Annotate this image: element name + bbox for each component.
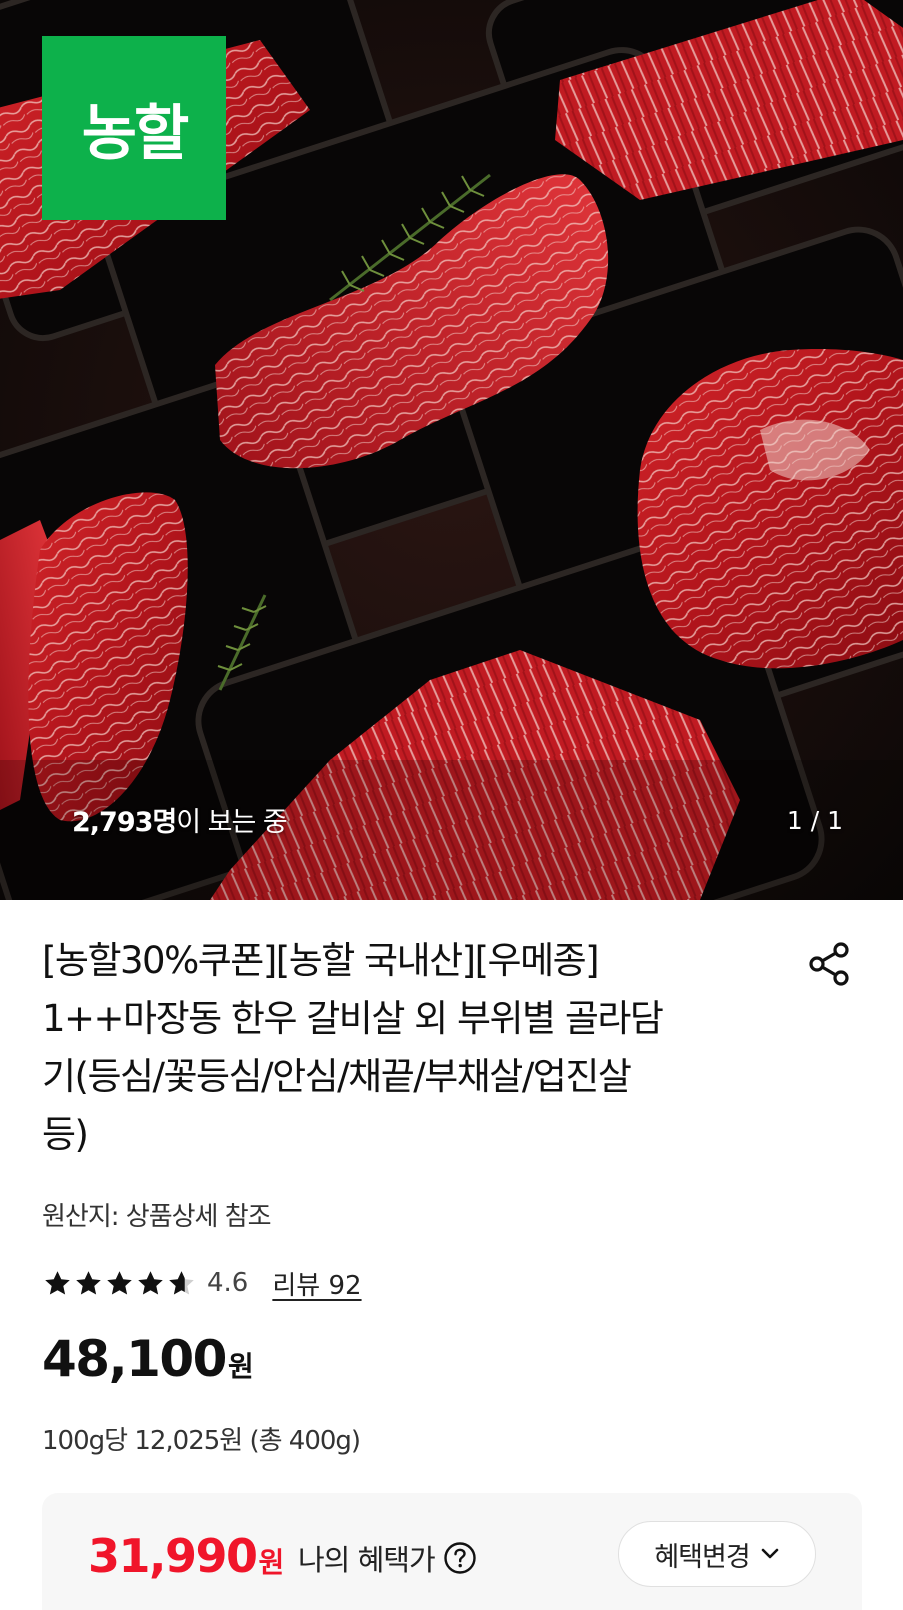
benefit-label-text: 나의 혜택가 <box>298 1543 436 1577</box>
image-pager: 1 / 1 <box>786 806 843 835</box>
title-line: 등) <box>42 1113 89 1156</box>
chevron-down-icon <box>761 1548 778 1559</box>
benefit-label: 나의 혜택가 <box>298 1537 477 1579</box>
rating-row: 4.6 리뷰 92 <box>42 1265 362 1301</box>
price-currency: 원 <box>227 1350 254 1383</box>
unit-price: 100g당 12,025원 (총 400g) <box>42 1426 361 1456</box>
title-line: 1++마장동 한우 갈비살 외 부위별 골라담 <box>42 997 664 1040</box>
star-rating <box>42 1268 197 1299</box>
title-line: 기(등심/꽃등심/안심/채끝/부채살/업진살 <box>42 1055 632 1098</box>
product-image[interactable]: 농할 2,793명이 보는 중 1 / 1 <box>0 0 903 900</box>
star-icon <box>45 1270 70 1294</box>
live-viewers: 2,793명이 보는 중 <box>72 800 288 839</box>
origin-info: 원산지: 상품상세 참조 <box>42 1202 272 1232</box>
benefit-price-value: 31,990 <box>88 1529 258 1583</box>
rating-score: 4.6 <box>207 1268 249 1298</box>
original-price: 48,100 원 <box>42 1330 254 1388</box>
benefit-price-box: 31,990 원 나의 혜택가 혜택변경 <box>42 1493 862 1610</box>
half-star-icon <box>169 1270 194 1294</box>
share-button[interactable] <box>805 938 857 990</box>
benefit-price: 31,990 원 <box>88 1529 284 1583</box>
change-benefit-button[interactable]: 혜택변경 <box>618 1521 816 1587</box>
nonghal-logo-badge: 농할 <box>42 36 226 220</box>
logo-text: 농할 <box>81 98 189 169</box>
star-icon <box>107 1270 132 1294</box>
star-icon <box>138 1270 163 1294</box>
product-title: [농할30%쿠폰][농할 국내산][우메종] 1++마장동 한우 갈비살 외 부… <box>42 932 762 1164</box>
benefit-price-currency: 원 <box>258 1546 285 1579</box>
title-line: [농할30%쿠폰][농할 국내산][우메종] <box>42 939 600 982</box>
change-benefit-label: 혜택변경 <box>654 1541 750 1573</box>
price-value: 48,100 <box>42 1330 227 1388</box>
viewers-suffix: 이 보는 중 <box>176 807 288 838</box>
review-count-link[interactable]: 리뷰 92 <box>272 1265 361 1302</box>
question-circle-icon[interactable] <box>443 1541 477 1575</box>
share-icon <box>809 942 849 986</box>
star-icon <box>76 1270 101 1294</box>
viewers-count: 2,793명 <box>72 807 177 838</box>
